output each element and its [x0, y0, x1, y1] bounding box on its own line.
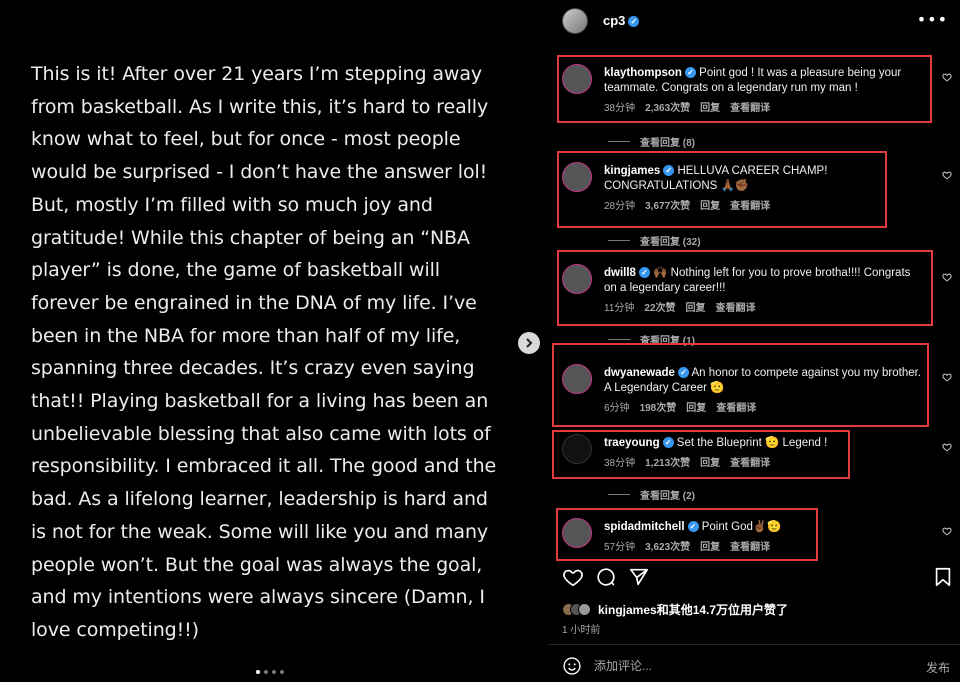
post-comment-button[interactable]: 发布 — [926, 659, 950, 676]
author-avatar[interactable] — [562, 8, 588, 34]
highlight-box — [557, 151, 887, 228]
post-text-line: and my intentions were always sincere (D… — [31, 586, 485, 609]
carousel-dot[interactable] — [272, 670, 276, 674]
verified-badge-icon: ✓ — [628, 16, 640, 28]
likes-summary[interactable]: kingjames和其他14.7万位用户赞了 — [562, 601, 788, 618]
view-replies-button[interactable]: 查看回复 (32) — [608, 233, 701, 248]
post-text-line: is not for the weak. Some will like you … — [31, 520, 489, 543]
add-comment-bar: 发布 — [548, 650, 960, 682]
post-text-line: But, mostly I’m filled with so much joy … — [31, 193, 433, 216]
replies-line — [608, 240, 630, 241]
post-timestamp: 1 小时前 — [562, 625, 601, 636]
like-comment-heart-icon[interactable] — [942, 170, 952, 180]
post-text-line: player” is done, the game of basketball … — [31, 259, 440, 282]
post-text-line: forever be engrained in the DNA of my li… — [31, 291, 477, 314]
highlight-box — [552, 343, 929, 427]
post-text-line: would be surprised - I don’t have the an… — [31, 161, 488, 184]
post-text-line: know what to feel, but for once - most p… — [31, 128, 461, 151]
view-replies-label[interactable]: 查看回复 (2) — [640, 487, 695, 502]
highlight-box — [556, 508, 818, 561]
post-text-line: that!! Playing basketball for a living h… — [31, 390, 489, 413]
post-image-text: This is it! After over 21 years I’m step… — [31, 58, 531, 647]
post-image: This is it! After over 21 years I’m step… — [0, 0, 548, 682]
post-text-line: from basketball. As I write this, it’s h… — [31, 95, 489, 118]
post-text-line: spanning three decades. It’s crazy even … — [31, 357, 475, 380]
replies-line — [608, 339, 630, 340]
post-text-line: love competing!!) — [31, 618, 199, 641]
highlight-box — [557, 250, 933, 326]
carousel-dot[interactable] — [264, 670, 268, 674]
smiley-icon[interactable] — [562, 656, 582, 676]
comment-input[interactable] — [594, 656, 894, 676]
highlight-box — [557, 55, 932, 123]
post-action-bar — [548, 566, 960, 592]
post-text-line: gratitude! While this chapter of being a… — [31, 226, 470, 249]
post-text-line: bad. As a lifelong learner, leadership i… — [31, 488, 488, 511]
post-text-line: unbelievable blessing that also came wit… — [31, 422, 491, 445]
liker-avatars — [562, 603, 591, 616]
heart-icon[interactable] — [562, 566, 584, 588]
more-options-icon[interactable]: ••• — [917, 10, 948, 29]
next-image-button[interactable] — [518, 332, 540, 354]
like-comment-heart-icon[interactable] — [942, 442, 952, 452]
post-text-line: people won’t. But the goal was always th… — [31, 553, 483, 576]
replies-line — [608, 494, 630, 495]
chevron-right-icon — [526, 338, 533, 348]
view-replies-label[interactable]: 查看回复 (32) — [640, 233, 701, 248]
view-replies-button[interactable]: 查看回复 (2) — [608, 487, 695, 502]
post-text-line: been in the NBA for more than half of my… — [31, 324, 461, 347]
carousel-indicator — [256, 670, 284, 674]
post-header: cp3 ✓ ••• — [548, 0, 960, 44]
view-replies-label[interactable]: 查看回复 (8) — [640, 134, 695, 149]
like-comment-heart-icon[interactable] — [942, 72, 952, 82]
like-comment-heart-icon[interactable] — [942, 372, 952, 382]
author-username[interactable]: cp3 ✓ — [603, 13, 640, 28]
divider — [548, 644, 960, 645]
like-comment-heart-icon[interactable] — [942, 526, 952, 536]
view-replies-button[interactable]: 查看回复 (8) — [608, 134, 695, 149]
replies-line — [608, 141, 630, 142]
post-text-line: This is it! After over 21 years I’m step… — [31, 63, 483, 85]
bookmark-icon[interactable] — [932, 566, 954, 588]
like-comment-heart-icon[interactable] — [942, 272, 952, 282]
carousel-dot[interactable] — [280, 670, 284, 674]
carousel-dot[interactable] — [256, 670, 260, 674]
comments-panel: cp3 ✓ ••• klaythompson ✓ Point god ! It wa… — [548, 0, 960, 682]
highlight-box — [552, 430, 850, 479]
comment-bubble-icon[interactable] — [595, 566, 617, 588]
post-text-line: responsibility. I embraced it all. The g… — [31, 455, 497, 478]
send-icon[interactable] — [628, 566, 650, 588]
